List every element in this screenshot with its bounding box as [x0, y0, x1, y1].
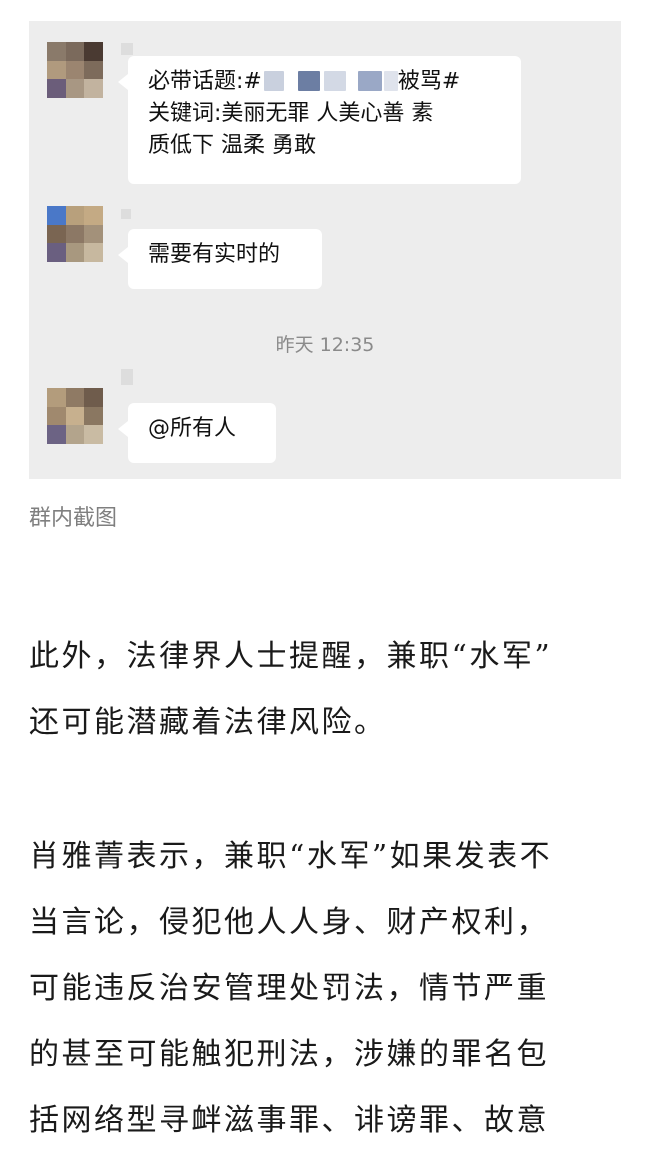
- article-paragraph-2: 肖雅菁表示，兼职“水军”如果发表不 当言论，侵犯他人人身、财产权利， 可能违反治…: [29, 824, 629, 1154]
- sender-avatar-1: [47, 42, 103, 98]
- keywords-line-continued: 质低下 温柔 勇敢: [148, 133, 316, 158]
- sender-name-blur-2: [121, 209, 131, 219]
- paragraph-line: 可能违反治安管理处罚法，情节严重: [29, 971, 549, 1006]
- paragraph-line: 还可能潜藏着法律风险。: [29, 705, 387, 740]
- article-paragraph-1: 此外，法律界人士提醒，兼职“水军” 还可能潜藏着法律风险。: [29, 624, 629, 756]
- redacted-block: [263, 71, 284, 91]
- keywords-line: 关键词:美丽无罪 人美心善 素: [148, 101, 434, 126]
- redacted-block: [383, 71, 398, 91]
- message-text-3: @所有人: [148, 416, 237, 441]
- message-bubble-2: 需要有实时的: [118, 229, 322, 289]
- sender-name-blur-3: [121, 369, 133, 385]
- redacted-block: [323, 71, 346, 91]
- message-bubble-3: @所有人: [118, 403, 276, 463]
- paragraph-line: 的甚至可能触犯刑法，涉嫌的罪名包: [29, 1037, 549, 1072]
- paragraph-line: 当言论，侵犯他人人身、财产权利，: [29, 905, 549, 940]
- message-text-2: 需要有实时的: [148, 242, 281, 267]
- message-bubble-1: 必带话题:# 被骂# 关键词:美丽无罪 人美心善 素 质低下 温柔 勇敢: [118, 56, 521, 184]
- paragraph-line: 括网络型寻衅滋事罪、诽谤罪、故意: [29, 1103, 549, 1138]
- sender-avatar-2: [47, 206, 103, 262]
- paragraph-line: 此外，法律界人士提醒，兼职“水军”: [29, 639, 553, 674]
- topic-prefix: 必带话题:#: [148, 69, 262, 94]
- chat-timestamp: 昨天 12:35: [275, 334, 375, 356]
- paragraph-line: 肖雅菁表示，兼职“水军”如果发表不: [29, 839, 553, 874]
- sender-name-blur-1: [121, 43, 133, 55]
- sender-avatar-3: [47, 388, 103, 444]
- redacted-block: [357, 71, 382, 91]
- group-chat-screenshot: 必带话题:# 被骂# 关键词:美丽无罪 人美心善 素 质低下 温柔 勇敢 需要有实…: [29, 21, 621, 479]
- topic-suffix: 被骂#: [397, 69, 461, 94]
- image-caption: 群内截图: [29, 506, 118, 531]
- article-page: 必带话题:# 被骂# 关键词:美丽无罪 人美心善 素 质低下 温柔 勇敢 需要有实…: [0, 0, 650, 1158]
- redacted-block: [297, 71, 320, 91]
